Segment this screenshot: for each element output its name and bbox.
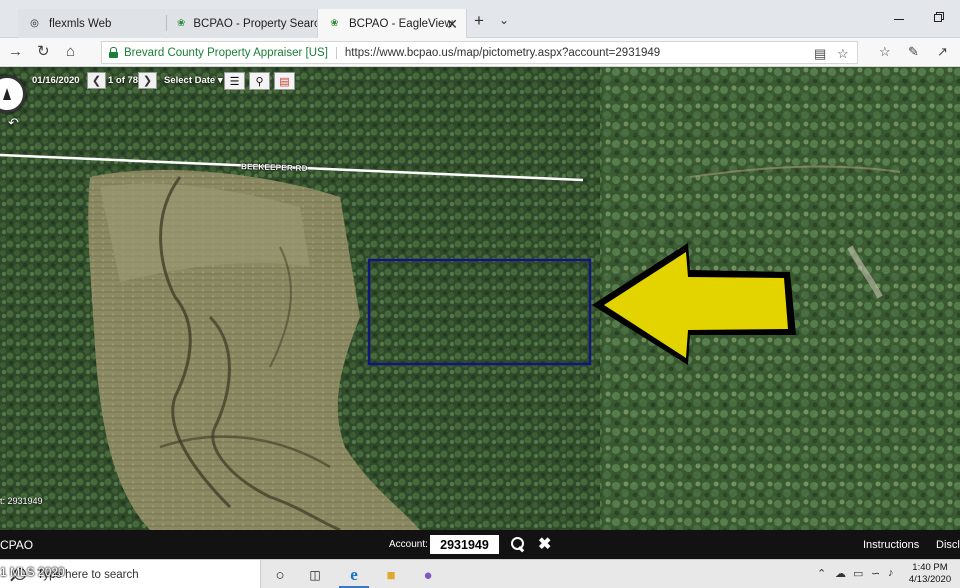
clear-icon[interactable]: ✖ [538, 534, 551, 554]
pdf-export-icon[interactable]: ▤ [274, 72, 295, 90]
road-label: BEEKEEPER RD [240, 162, 308, 173]
tab-property-search[interactable]: ❀ BCPAO - Property Search [167, 9, 326, 38]
new-tab-button[interactable]: + [474, 12, 484, 29]
map-pin-icon[interactable]: ⚲ [249, 72, 270, 90]
volume-icon[interactable]: ♪ [888, 567, 894, 579]
clock-date: 4/13/2020 [908, 574, 952, 585]
share-icon[interactable]: ↗ [937, 44, 948, 60]
rotate-icon[interactable]: ↶ [8, 115, 19, 131]
layers-icon[interactable]: ☰ [224, 72, 245, 90]
taskbar-clock[interactable]: 1:40 PM 4/13/2020 [904, 562, 956, 586]
minimize-button[interactable] [894, 14, 904, 20]
capture-date: 01/16/2020 [32, 75, 80, 86]
site-identity[interactable]: Brevard County Property Appraiser [US] [124, 46, 337, 59]
bcpao-logo-icon: ❀ [177, 18, 186, 29]
app-brand: CPAO [0, 538, 34, 552]
tab-list-chevron-icon[interactable]: ⌄ [499, 12, 509, 29]
task-view-icon[interactable]: ◫ [305, 565, 325, 585]
file-explorer-icon[interactable]: ■ [381, 565, 401, 585]
reading-view-icon[interactable]: ▤ [814, 46, 826, 62]
select-date-label: Select Date [164, 75, 216, 86]
windows-taskbar: Type here to search ○ ◫ e ■ ● ⌃ ☁ ▭ ∽ ♪ … [0, 559, 960, 588]
lock-icon [109, 47, 118, 58]
cortana-icon[interactable]: ○ [270, 565, 290, 585]
account-input[interactable] [430, 535, 499, 554]
tab-label: BCPAO - EagleView [349, 17, 453, 30]
wifi-icon[interactable]: ∽ [871, 567, 880, 580]
globe-icon: ◎ [30, 18, 39, 29]
cloud-icon[interactable]: ☁ [835, 567, 846, 580]
firefox-icon[interactable]: ● [418, 565, 438, 585]
forward-icon[interactable]: → [8, 44, 23, 60]
url-field[interactable]: Brevard County Property Appraiser [US] h… [101, 41, 858, 64]
home-icon[interactable]: ⌂ [66, 44, 75, 60]
pen-notes-icon[interactable]: ✎ [908, 44, 919, 60]
tab-eagleview[interactable]: ❀ BCPAO - EagleView ✕ [317, 9, 467, 38]
aerial-map[interactable]: ↶ 01/16/2020 ❮ 1 of 78 ❯ Select Date ▾ ☰… [0, 67, 960, 530]
account-label: Account: [389, 539, 428, 550]
tab-label: BCPAO - Property Search [193, 17, 327, 30]
disclaimer-link[interactable]: Discla [936, 539, 960, 551]
next-image-button[interactable]: ❯ [138, 72, 157, 89]
close-tab-icon[interactable]: ✕ [446, 16, 458, 33]
tab-label: flexmls Web [49, 17, 112, 30]
edge-browser-icon[interactable]: e [344, 565, 364, 585]
aerial-imagery [0, 67, 960, 530]
restore-button[interactable] [934, 14, 942, 22]
image-counter: 1 of 78 [108, 75, 139, 86]
bcpao-logo-icon: ❀ [330, 18, 339, 29]
select-date-dropdown[interactable]: Select Date ▾ [164, 75, 223, 86]
url-text[interactable]: https://www.bcpao.us/map/pictometry.aspx… [337, 47, 660, 59]
favorite-star-icon[interactable]: ☆ [837, 46, 849, 62]
battery-icon[interactable]: ▭ [853, 567, 863, 580]
app-footer: CPAO Account: ✖ Instructions Discla [0, 530, 960, 559]
map-attribution: t: 2931949 [0, 496, 43, 506]
browser-tab-strip: ◎ flexmls Web ❀ BCPAO - Property Search … [0, 0, 960, 38]
tab-flexmls[interactable]: ◎ flexmls Web [18, 9, 166, 38]
previous-image-button[interactable]: ❮ [87, 72, 106, 89]
favorites-bar-icon[interactable]: ☆ [879, 44, 891, 60]
watermark-text: 1 MLS 2020 [0, 565, 65, 579]
refresh-icon[interactable]: ↻ [37, 44, 50, 60]
map-toolbar: 01/16/2020 ❮ 1 of 78 ❯ Select Date ▾ ☰ ⚲… [0, 67, 300, 94]
tray-chevron-icon[interactable]: ⌃ [817, 567, 826, 580]
instructions-link[interactable]: Instructions [863, 539, 919, 551]
search-icon[interactable] [510, 536, 526, 552]
clock-time: 1:40 PM [912, 562, 948, 573]
address-bar: → ↻ ⌂ Brevard County Property Appraiser … [0, 38, 960, 67]
